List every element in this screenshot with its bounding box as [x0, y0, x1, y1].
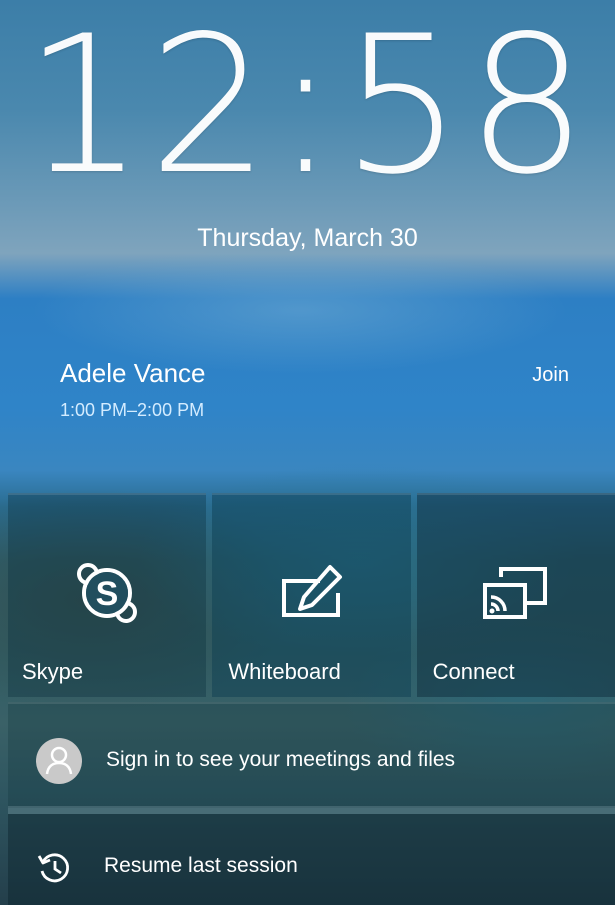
skype-icon: S [77, 563, 138, 623]
meeting-organizer: Adele Vance [60, 358, 206, 388]
tile-skype[interactable]: S Skype [8, 493, 207, 697]
clock-time: 12:58 [23, 0, 592, 216]
join-button[interactable]: Join [532, 364, 569, 387]
whiteboard-pen-icon [282, 565, 343, 617]
row-divider [8, 806, 615, 814]
sign-in-label: Sign in to see your meetings and files [106, 748, 456, 771]
history-clock-icon [37, 853, 70, 883]
tile-connect[interactable]: Connect [416, 493, 615, 697]
lock-screen: 12:58 Thursday, March 30 Adele Vance 1:0… [0, 0, 615, 905]
meeting-card[interactable]: Adele Vance 1:00 PM–2:00 PM Join [0, 346, 615, 436]
app-tiles: S Skype Whiteboard Connect [8, 493, 615, 697]
tile-label: Whiteboard [228, 659, 341, 684]
tile-whiteboard[interactable]: Whiteboard [212, 493, 411, 697]
tile-label: Connect [432, 659, 515, 684]
meeting-time-range: 1:00 PM–2:00 PM [60, 400, 205, 420]
svg-text:S: S [96, 575, 119, 613]
clock-date: Thursday, March 30 [197, 224, 418, 252]
person-glyph-icon [45, 746, 73, 775]
resume-session-row[interactable]: Resume last session [8, 814, 615, 905]
cast-screen-icon [482, 567, 547, 619]
resume-session-label: Resume last session [104, 854, 298, 877]
person-avatar-icon [36, 738, 82, 784]
sign-in-row[interactable]: Sign in to see your meetings and files [8, 702, 615, 808]
tile-label: Skype [22, 659, 84, 684]
